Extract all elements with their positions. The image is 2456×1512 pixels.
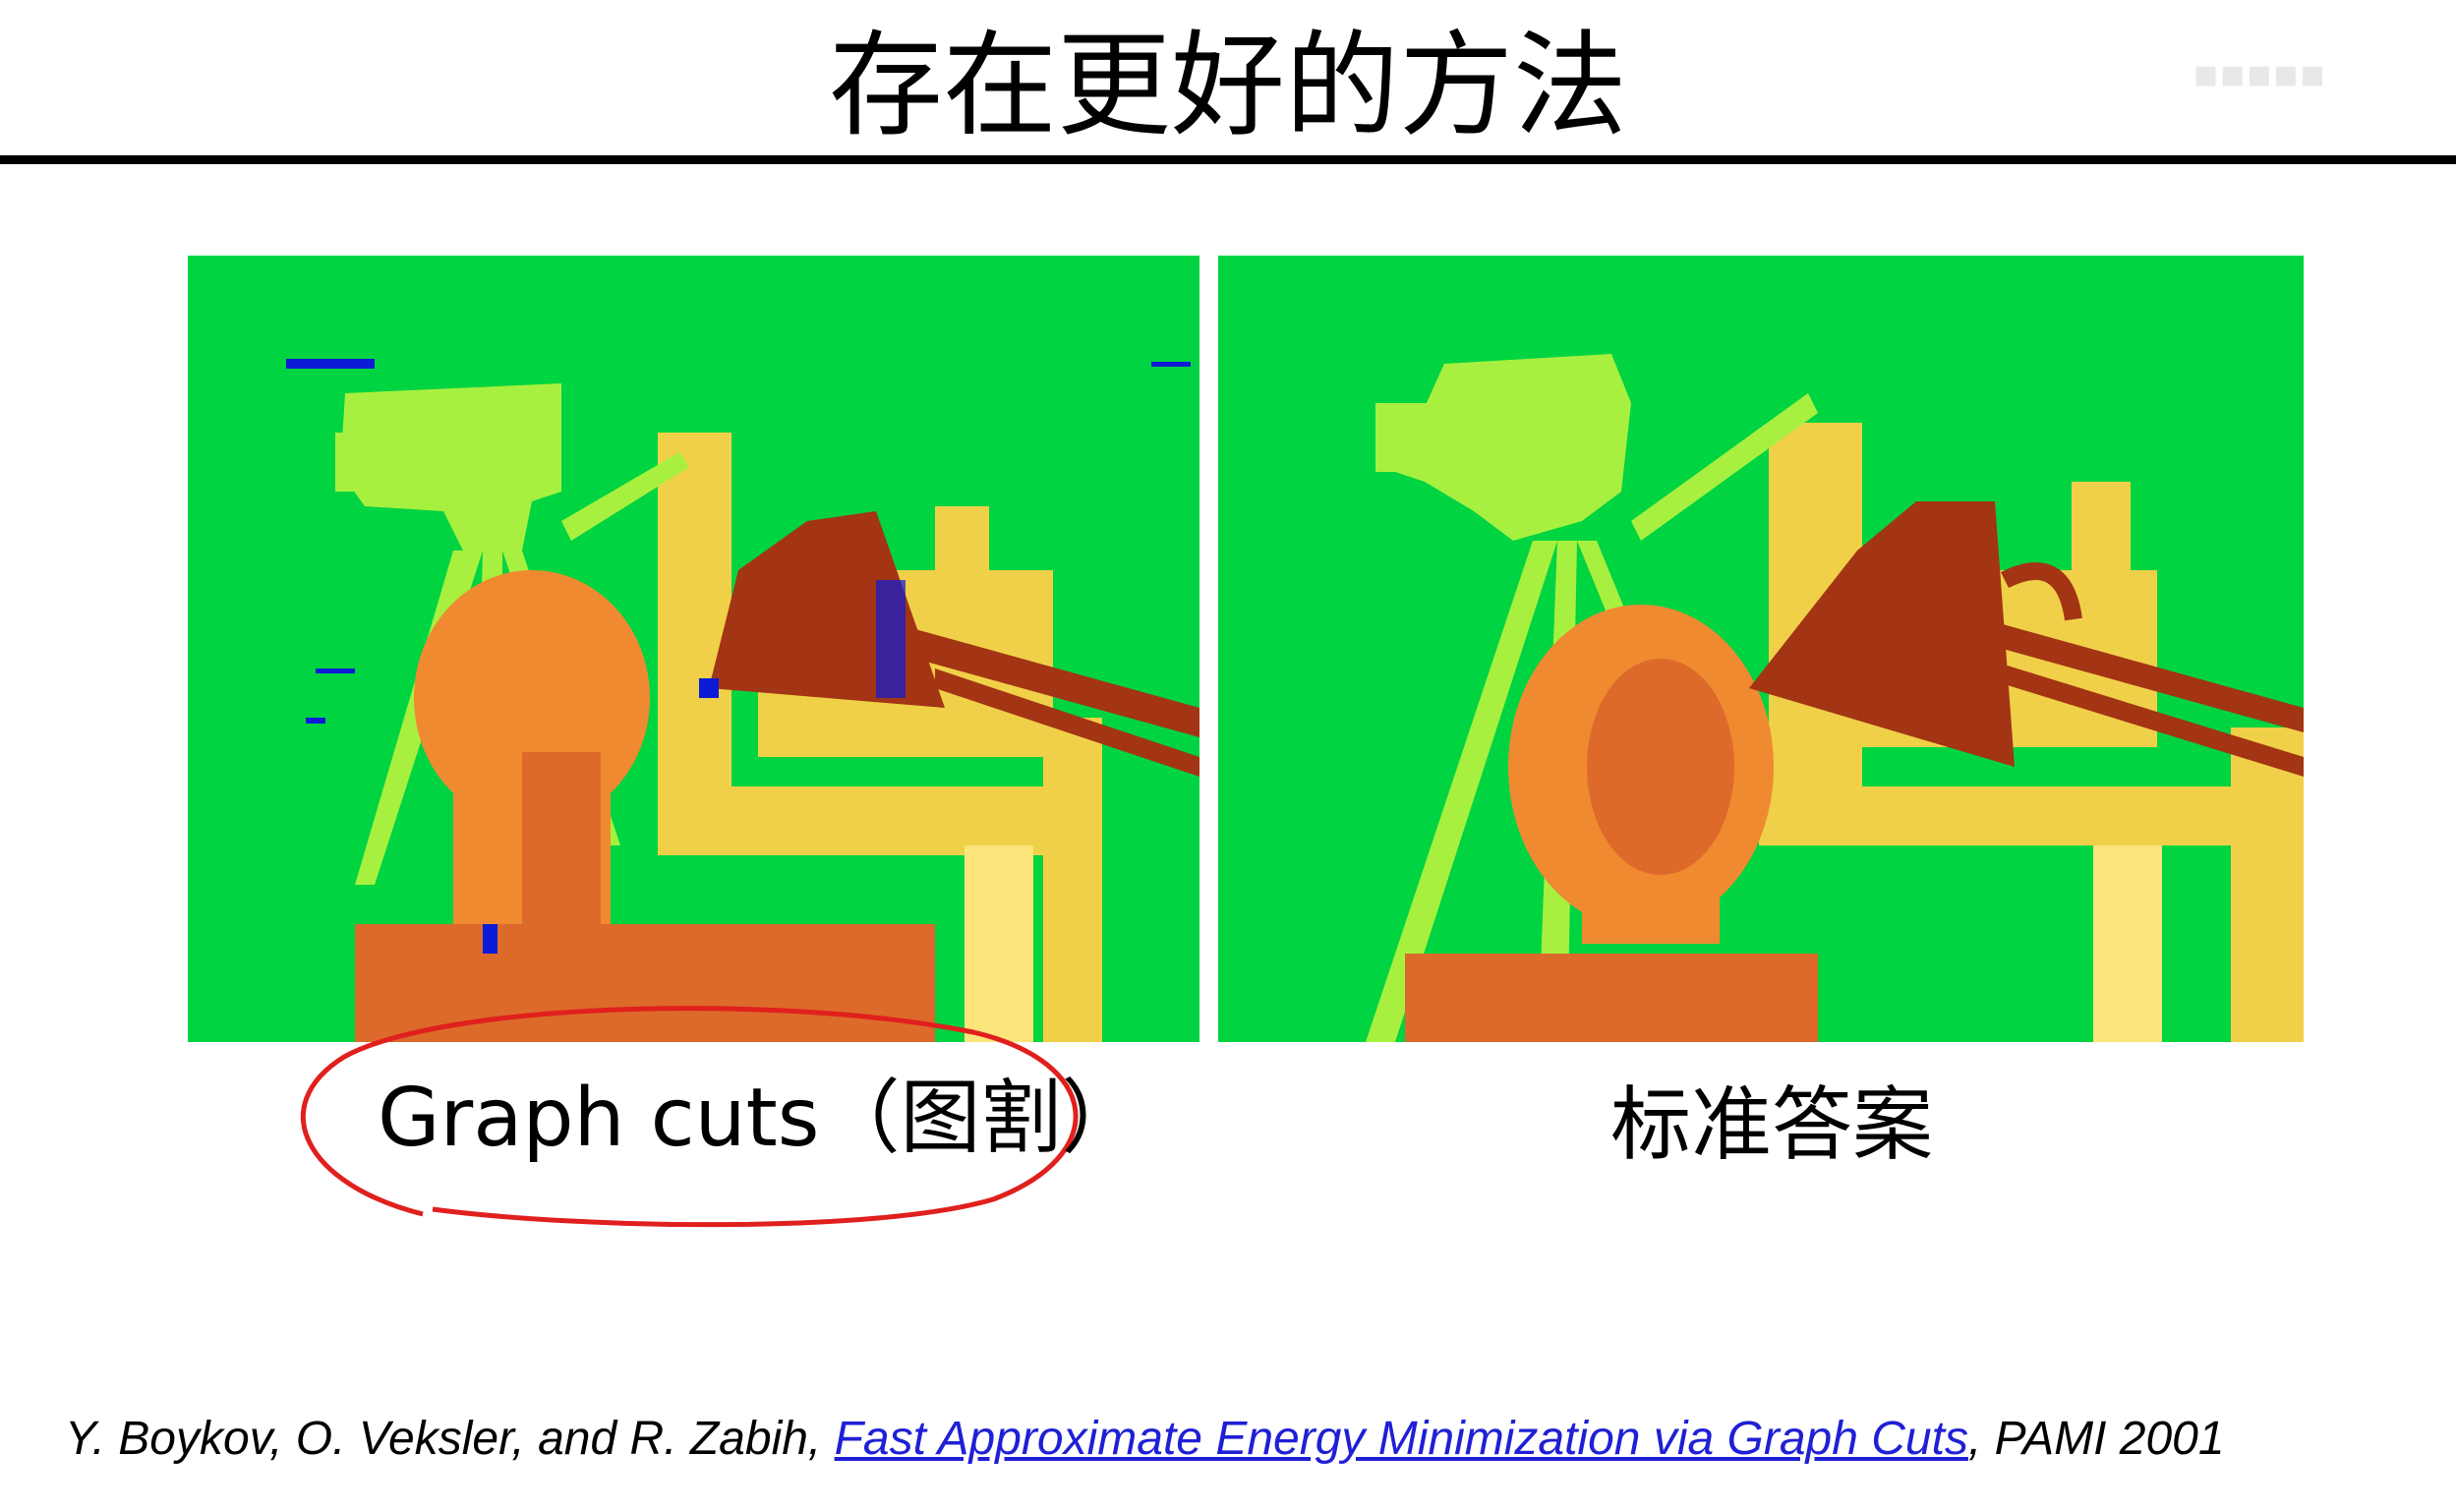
graph-cuts-disparity-image: [188, 256, 1199, 1042]
paper-title-link[interactable]: Fast Approximate Energy Minimization via…: [835, 1413, 1968, 1465]
slide-title: 存在更好的方法: [829, 20, 1627, 152]
watermark: ▪▪▪▪▪: [2193, 51, 2326, 96]
graph-cuts-caption: Graph cuts（图割）: [378, 1072, 1142, 1165]
ground-truth-caption: 标准答案: [1610, 1078, 1934, 1172]
citation-authors: Y. Boykov, O. Veksler, and R. Zabih,: [65, 1413, 822, 1465]
reference-citation: Y. Boykov, O. Veksler, and R. Zabih, Fas…: [65, 1408, 2225, 1471]
title-divider: [0, 155, 2456, 164]
ground-truth-disparity-image: [1218, 256, 2304, 1042]
citation-venue: , PAMI 2001: [1967, 1413, 2225, 1465]
